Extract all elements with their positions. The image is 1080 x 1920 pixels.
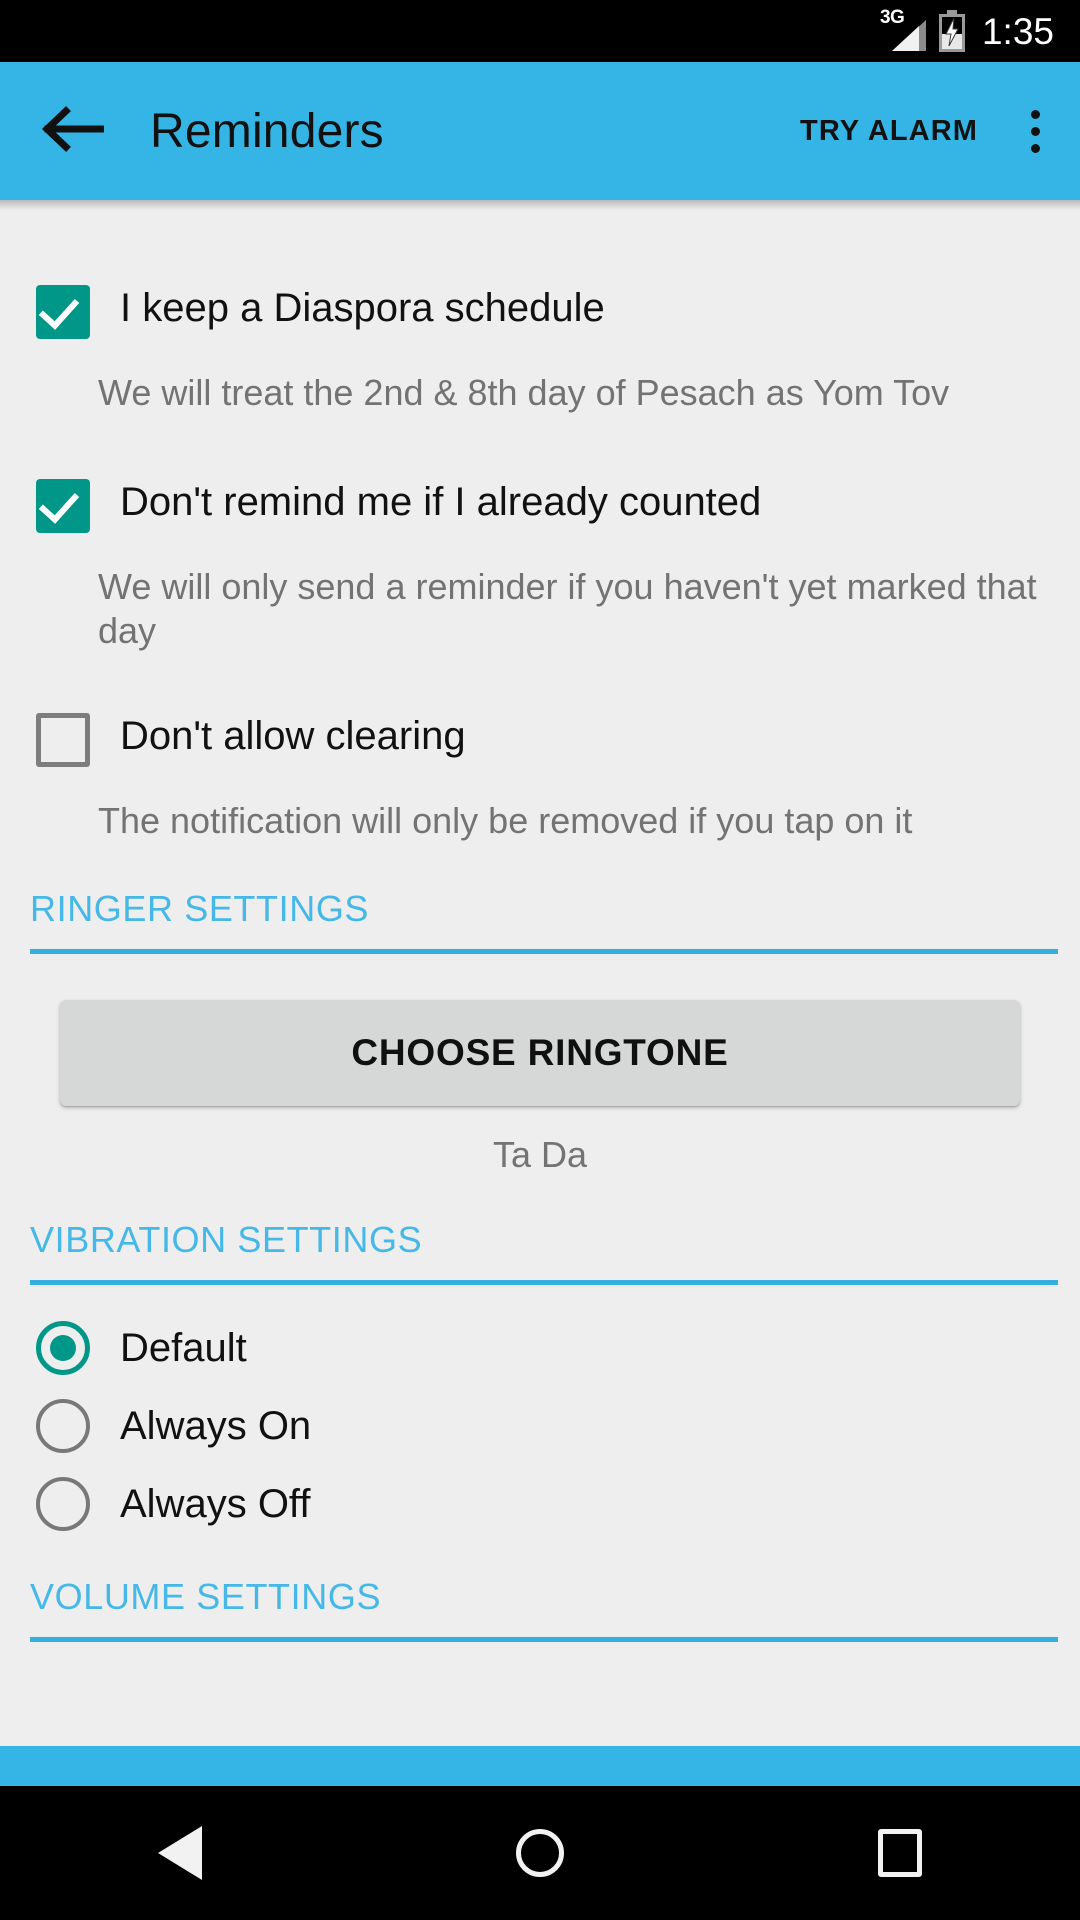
section-volume-settings: VOLUME SETTINGS (0, 1575, 1080, 1642)
checkbox-dont-remind-if-counted[interactable] (36, 478, 90, 533)
checkbox-label: Don't remind me if I already counted (120, 479, 762, 524)
radio-row-always-off[interactable]: Always Off (0, 1476, 1080, 1531)
nav-home-button[interactable] (460, 1786, 620, 1920)
choose-ringtone-container: CHOOSE RINGTONE (0, 999, 1080, 1106)
radio-row-default[interactable]: Default (0, 1320, 1080, 1375)
radio-label: Always Off (120, 1481, 311, 1526)
radio-label: Default (120, 1325, 247, 1370)
nav-home-icon (516, 1829, 564, 1877)
section-title: VIBRATION SETTINGS (30, 1218, 423, 1260)
signal-bars-icon: 3G (880, 8, 926, 52)
page-title: Reminders (150, 104, 384, 158)
checkbox-label: Don't allow clearing (120, 713, 466, 758)
checkbox-description: The notification will only be removed if… (98, 799, 913, 841)
app-bar: Reminders TRY ALARM (0, 62, 1080, 200)
back-button[interactable] (36, 95, 108, 167)
checkbox-row-dont-remind-if-counted[interactable]: Don't remind me if I already counted (0, 478, 1080, 533)
bottom-accent-strip (0, 1746, 1080, 1786)
radio-button-always-off[interactable] (36, 1476, 90, 1531)
checkbox-diaspora-schedule[interactable] (36, 285, 90, 339)
status-bar-icons: 3G 1:35 (880, 8, 1054, 52)
check-mark-icon (38, 482, 80, 524)
checkbox-description: We will treat the 2nd & 8th day of Pesac… (98, 372, 950, 413)
section-divider (30, 1636, 1058, 1642)
section-title: VOLUME SETTINGS (30, 1575, 382, 1617)
try-alarm-button[interactable]: TRY ALARM (800, 115, 978, 148)
choose-ringtone-button[interactable]: CHOOSE RINGTONE (60, 999, 1020, 1106)
overflow-menu-button[interactable] (1012, 95, 1058, 167)
check-mark-icon (38, 288, 80, 330)
system-navigation-bar (0, 1786, 1080, 1920)
signal-triangle-foreground (891, 26, 919, 51)
checkbox-description: We will only send a reminder if you have… (98, 565, 1037, 651)
charging-bolt-icon (944, 16, 960, 48)
checkbox-dont-allow-clearing[interactable] (36, 712, 90, 767)
section-ringer-settings: RINGER SETTINGS (0, 887, 1080, 954)
phone-screen: 3G 1:35 Reminders TRY ALARM I keep a Dia… (0, 0, 1080, 1920)
radio-row-always-on[interactable]: Always On (0, 1398, 1080, 1453)
nav-back-button[interactable] (100, 1786, 260, 1920)
nav-recents-icon (878, 1829, 922, 1877)
nav-recents-button[interactable] (820, 1786, 980, 1920)
status-bar-clock: 1:35 (981, 10, 1054, 52)
arrow-back-icon (40, 105, 106, 158)
section-vibration-settings: VIBRATION SETTINGS (0, 1218, 1080, 1285)
overflow-menu-icon-dot-3 (1030, 143, 1040, 153)
nav-back-icon (158, 1826, 202, 1880)
overflow-menu-icon-dot-2 (1030, 126, 1040, 136)
section-title: RINGER SETTINGS (30, 887, 370, 929)
settings-scroll-content[interactable]: I keep a Diaspora schedule We will treat… (0, 200, 1080, 1746)
checkbox-row-diaspora-schedule[interactable]: I keep a Diaspora schedule (0, 285, 1080, 339)
status-bar: 3G 1:35 (0, 0, 1080, 62)
checkbox-row-dont-allow-clearing[interactable]: Don't allow clearing (0, 712, 1080, 767)
radio-button-always-on[interactable] (36, 1398, 90, 1453)
checkbox-label: I keep a Diaspora schedule (120, 286, 605, 330)
overflow-menu-icon-dot-1 (1030, 109, 1040, 119)
radio-button-default[interactable] (36, 1320, 90, 1375)
selected-ringtone-value: Ta Da (492, 1133, 588, 1175)
battery-charging-icon (938, 10, 965, 52)
radio-label: Always On (120, 1403, 312, 1448)
